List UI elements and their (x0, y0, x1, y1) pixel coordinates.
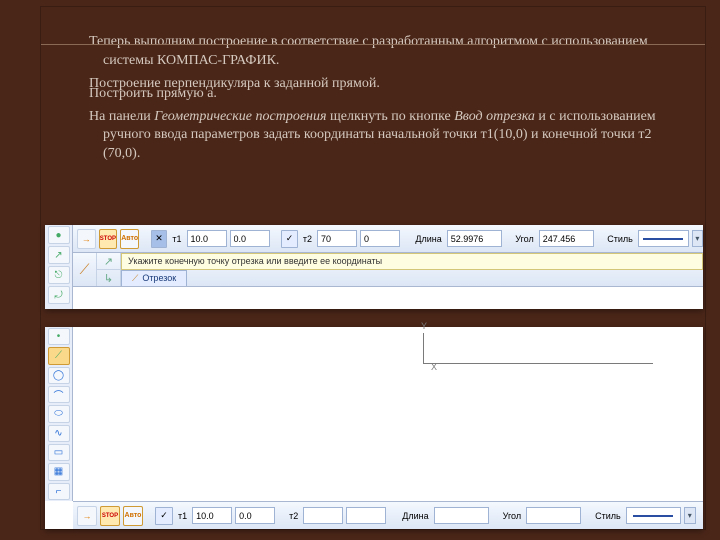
tool-hatch-icon[interactable]: ▦ (48, 463, 70, 480)
status-message: Укажите конечную точку отрезка или введи… (121, 253, 703, 270)
t1-x-input[interactable] (187, 230, 227, 247)
length-input[interactable] (434, 507, 489, 524)
slide-text: Теперь выполним построение в соответстви… (41, 7, 705, 178)
style-label: Стиль (593, 511, 623, 521)
t2-x-input[interactable] (317, 230, 357, 247)
style-label: Стиль (605, 234, 635, 244)
create-button[interactable]: → (77, 229, 96, 249)
parameter-bar: → STOP Авто ✕ т1 ✓ т2 Длина Угол Стиль ▾ (73, 225, 703, 253)
kompas-panel-top: ● ↗ ⎋ ⤾ → STOP Авто ✕ т1 ✓ т2 Длина Угол (45, 225, 703, 309)
axis-y-line (423, 333, 424, 363)
angle-label: Угол (501, 511, 523, 521)
tool-segment-icon[interactable]: ⟋ (48, 347, 70, 364)
tab-segment[interactable]: ⟋ Отрезок (121, 270, 187, 286)
angle-input[interactable] (526, 507, 581, 524)
tool-circle-icon[interactable]: ◯ (48, 367, 70, 384)
dropdown-icon[interactable]: ▾ (692, 230, 703, 247)
t1-label: т1 (176, 511, 189, 521)
t1-y-input[interactable] (230, 230, 270, 247)
tool-button[interactable]: ↗ (48, 246, 70, 264)
dropdown-icon[interactable]: ▾ (684, 507, 696, 524)
para-4a: На панели (89, 109, 154, 124)
para-4b: Геометрические построения (154, 109, 326, 124)
segment-icon: ⟋ (132, 273, 138, 284)
tool-point-icon[interactable]: • (48, 328, 70, 345)
length-input[interactable] (447, 230, 502, 247)
para-1: Теперь выполним построение в соответстви… (89, 33, 669, 71)
tool-rect-icon[interactable]: ▭ (48, 444, 70, 461)
t2-y-input[interactable] (360, 230, 400, 247)
parameter-bar: → STOP Авто ✓ т1 т2 Длина Угол Стиль ▾ (73, 501, 703, 529)
t1-x-input[interactable] (192, 507, 232, 524)
para-4c: щелкнуть по кнопке (327, 109, 455, 124)
para-4: На панели Геометрические построения щелк… (89, 108, 669, 165)
t2-label: т2 (301, 234, 314, 244)
line-sample-icon (633, 515, 673, 517)
slide: Теперь выполним построение в соответстви… (40, 6, 706, 530)
vertical-toolbar: ● ↗ ⎋ ⤾ (45, 225, 73, 309)
style-selector[interactable] (638, 230, 689, 247)
auto-button[interactable]: Авто (123, 506, 143, 526)
aux-col: ↗ ↳ (97, 253, 121, 286)
length-label: Длина (400, 511, 430, 521)
tool-ellipse-icon[interactable]: ⬭ (48, 405, 70, 422)
t2-label: т2 (287, 511, 300, 521)
stop-button[interactable]: STOP (100, 506, 120, 526)
axis-x-line (423, 363, 653, 364)
angle-input[interactable] (539, 230, 594, 247)
segment-tool-icon[interactable]: ⟋ (73, 253, 97, 286)
tool-button[interactable]: ⌐ (48, 483, 70, 500)
axis-y-label: Y (421, 321, 427, 331)
kompas-panel-bottom: • ⟋ ◯ ⌒ ⬭ ∿ ▭ ▦ ⌐ Y X → STOP Авто ✓ т1 (45, 327, 703, 529)
para-4d: Ввод отрезка (454, 109, 535, 124)
t2-toggle[interactable]: ✓ (281, 230, 298, 248)
tool-button[interactable]: ● (48, 226, 70, 244)
aux-button[interactable]: ↳ (97, 270, 120, 286)
style-selector[interactable] (626, 507, 681, 524)
tab-label: Отрезок (142, 273, 176, 283)
t1-toggle[interactable]: ✕ (151, 230, 168, 248)
hint-bar: ⟋ ↗ ↳ Укажите конечную точку отрезка или… (73, 253, 703, 287)
angle-label: Угол (513, 234, 535, 244)
t1-y-input[interactable] (235, 507, 275, 524)
tool-spline-icon[interactable]: ∿ (48, 425, 70, 442)
tool-button[interactable]: ⤾ (48, 286, 70, 304)
divider (41, 44, 705, 45)
t1-label: т1 (170, 234, 183, 244)
tool-arc-icon[interactable]: ⌒ (48, 386, 70, 403)
t1-toggle[interactable]: ✓ (155, 507, 173, 525)
stop-button[interactable]: STOP (99, 229, 118, 249)
t2-y-input[interactable] (346, 507, 386, 524)
axis-x-label: X (431, 362, 437, 372)
tool-button[interactable]: ⎋ (48, 266, 70, 284)
auto-button[interactable]: Авто (120, 229, 139, 249)
line-sample-icon (643, 238, 683, 240)
length-label: Длина (413, 234, 443, 244)
t2-x-input[interactable] (303, 507, 343, 524)
aux-button[interactable]: ↗ (97, 253, 120, 270)
vertical-toolbar: • ⟋ ◯ ⌒ ⬭ ∿ ▭ ▦ ⌐ (45, 327, 73, 501)
drawing-canvas[interactable]: Y X (73, 327, 703, 501)
create-button[interactable]: → (77, 506, 97, 526)
